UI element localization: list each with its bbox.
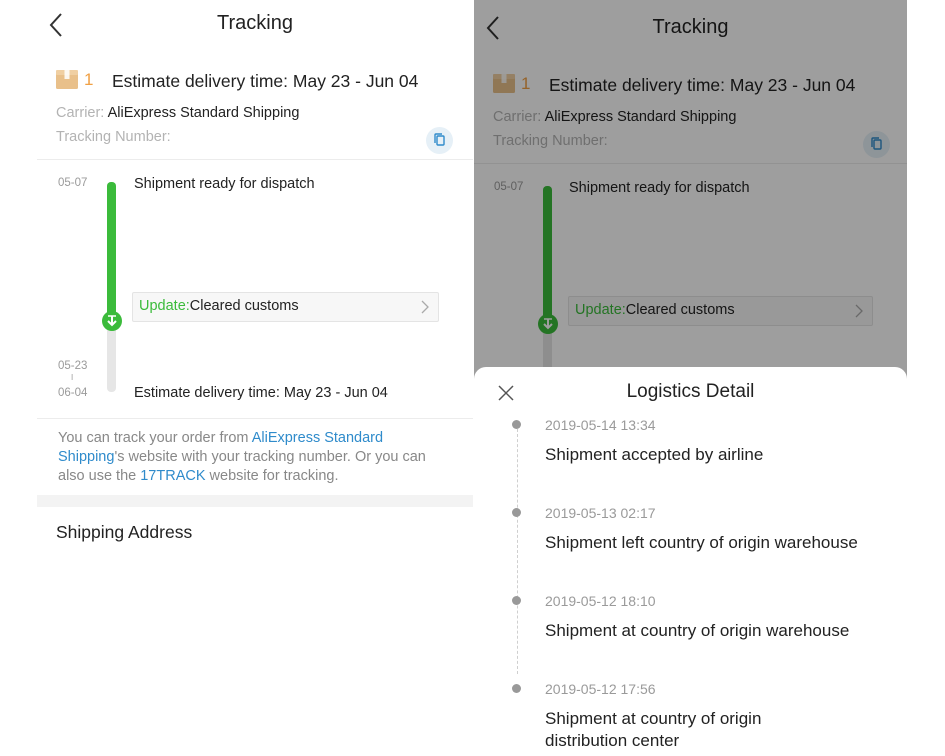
log-description: Shipment accepted by airline bbox=[545, 445, 764, 464]
shipping-address-label: Shipping Address bbox=[56, 522, 193, 542]
carrier-row: Carrier: AliExpress Standard Shipping bbox=[56, 105, 299, 121]
copy-button[interactable] bbox=[426, 127, 453, 154]
timeline-progress bbox=[107, 182, 116, 320]
divider bbox=[37, 159, 473, 160]
carrier-name: AliExpress Standard Shipping bbox=[107, 105, 300, 121]
update-text: Update:Cleared customs bbox=[139, 298, 299, 314]
estimate-date-separator: I bbox=[71, 373, 74, 382]
tracking-screen: Tracking 1 Estimate delivery time: May 2… bbox=[37, 0, 473, 756]
17track-link[interactable]: 17TRACK bbox=[140, 468, 205, 484]
logistics-dot bbox=[512, 684, 521, 693]
arrow-down-icon bbox=[107, 315, 117, 327]
package-icon bbox=[56, 70, 78, 89]
page-title: Tracking bbox=[217, 12, 293, 34]
estimate-date-start: 05-23 bbox=[58, 360, 88, 372]
update-prefix: Update: bbox=[139, 298, 190, 314]
info-text: website for tracking. bbox=[205, 468, 339, 484]
update-status: Cleared customs bbox=[189, 298, 299, 314]
estimate-date-end: 06-04 bbox=[58, 387, 88, 399]
logistics-dot bbox=[512, 596, 521, 605]
copy-icon bbox=[434, 133, 445, 146]
logistics-dot bbox=[512, 508, 521, 517]
update-row[interactable]: Update:Cleared customs bbox=[132, 292, 439, 322]
package-count: 1 bbox=[84, 70, 94, 89]
log-time: 2019-05-13 02:17 bbox=[545, 505, 656, 521]
log-time: 2019-05-14 13:34 bbox=[545, 417, 656, 433]
section-separator bbox=[37, 495, 473, 507]
chevron-right-icon bbox=[421, 300, 429, 314]
log-time: 2019-05-12 18:10 bbox=[545, 593, 656, 609]
tracking-info-text: You can track your order from AliExpress… bbox=[58, 429, 448, 486]
tracking-number-label: Tracking Number: bbox=[56, 129, 171, 145]
logistics-dot bbox=[512, 420, 521, 429]
log-description: Shipment left country of origin warehous… bbox=[545, 533, 858, 552]
logistics-detail-screen: Tracking 1 Estimate delivery time: May 2… bbox=[474, 0, 907, 756]
log-time: 2019-05-12 17:56 bbox=[545, 681, 656, 697]
log-description: Shipment at country of origin warehouse bbox=[545, 621, 850, 640]
timeline-node bbox=[102, 311, 122, 331]
estimate-delivery-title: Estimate delivery time: May 23 - Jun 04 bbox=[112, 71, 419, 91]
tracking-header: Tracking bbox=[37, 0, 473, 50]
info-text: You can track your order from bbox=[58, 430, 252, 446]
divider bbox=[37, 418, 473, 419]
estimate-header-row: 1 Estimate delivery time: May 23 - Jun 0… bbox=[56, 68, 466, 94]
logistics-detail-sheet: Logistics Detail 2019-05-14 13:34 Shipme… bbox=[474, 367, 907, 756]
timeline-date: 05-07 bbox=[58, 177, 88, 189]
carrier-label: Carrier: bbox=[56, 105, 105, 121]
logistics-timeline-line bbox=[517, 429, 518, 674]
estimate-event: Estimate delivery time: May 23 - Jun 04 bbox=[134, 385, 388, 401]
log-description: Shipment at country of origin distributi… bbox=[545, 709, 762, 750]
timeline-event: Shipment ready for dispatch bbox=[134, 176, 315, 192]
sheet-title: Logistics Detail bbox=[626, 381, 755, 402]
